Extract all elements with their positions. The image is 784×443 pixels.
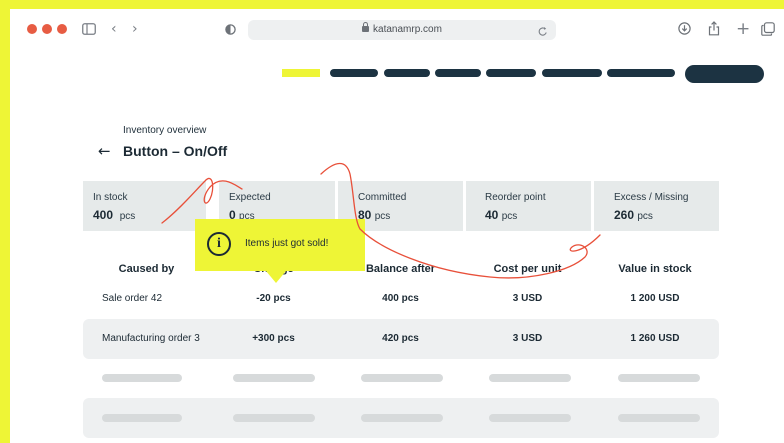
annotation-squiggle (161, 162, 601, 279)
page-frame: ‹ › katanamrp.com + Inventory overview ←… (10, 9, 784, 443)
